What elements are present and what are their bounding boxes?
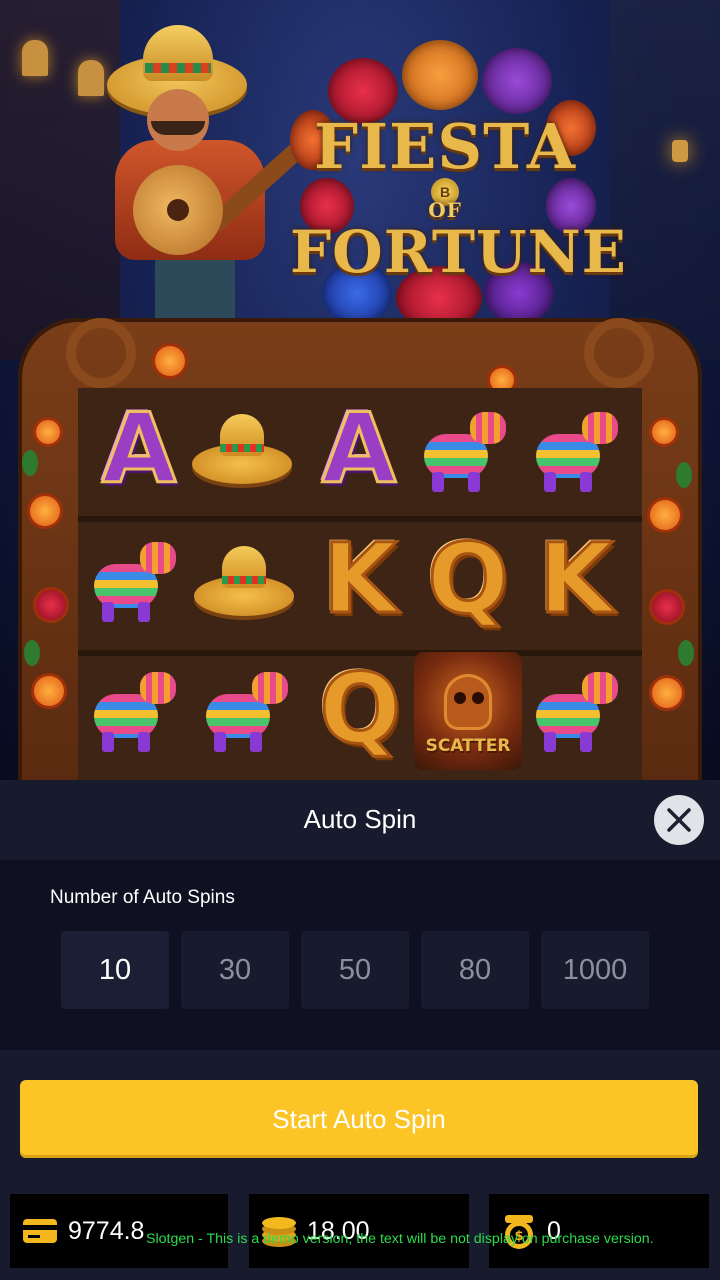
close-icon bbox=[667, 808, 691, 832]
auto-spin-title: Auto Spin bbox=[303, 804, 417, 834]
auto-spin-option-50[interactable]: 50 bbox=[301, 931, 409, 1009]
pinata-icon bbox=[84, 534, 184, 624]
lit-window bbox=[22, 40, 48, 76]
reel-symbol-a: A bbox=[100, 393, 177, 505]
auto-spin-option-80[interactable]: 80 bbox=[421, 931, 529, 1009]
scatter-icon: SCATTER bbox=[414, 652, 522, 770]
reel-symbol-pinata bbox=[80, 520, 188, 638]
demo-version-notice: Slotgen - This is a demo version, the te… bbox=[146, 1231, 654, 1247]
frame-flower bbox=[155, 346, 185, 376]
frame-flower bbox=[36, 420, 60, 444]
frame-flower bbox=[36, 590, 66, 620]
game-logo: FIESTA B OF FORTUNE bbox=[290, 40, 627, 330]
sombrero-icon bbox=[192, 414, 292, 484]
reel-symbol-k: K bbox=[537, 523, 614, 635]
auto-spins-count-label: Number of Auto Spins bbox=[50, 887, 235, 908]
background-house-right bbox=[610, 0, 720, 360]
frame-flower bbox=[34, 676, 64, 706]
reel-symbol-sombrero bbox=[188, 390, 296, 508]
sombrero-icon bbox=[194, 546, 294, 616]
auto-spin-option-30[interactable]: 30 bbox=[181, 931, 289, 1009]
reel-symbol-k: K bbox=[321, 523, 398, 635]
game-scene: FIESTA B OF FORTUNE A A K Q K Q SCATTER bbox=[0, 0, 720, 780]
reel-symbol-pinata bbox=[410, 390, 518, 508]
reel-symbol-a: A bbox=[320, 393, 397, 505]
reel-symbol-scatter: SCATTER bbox=[414, 652, 522, 770]
reel-symbol-pinata bbox=[80, 650, 188, 768]
auto-spin-header: Auto Spin bbox=[0, 780, 720, 860]
close-button[interactable] bbox=[654, 795, 704, 845]
scatter-label: SCATTER bbox=[425, 736, 511, 756]
frame-flower bbox=[652, 592, 682, 622]
reel-symbol-q: Q bbox=[318, 653, 403, 765]
mariachi-character bbox=[95, 15, 315, 355]
pinata-icon bbox=[196, 664, 296, 754]
balance-value: 9774.8 bbox=[68, 1216, 145, 1245]
street-lamp bbox=[672, 140, 688, 162]
frame-scroll-right bbox=[584, 318, 654, 388]
reel-symbol-q: Q bbox=[426, 523, 511, 635]
logo-line-fiesta: FIESTA bbox=[314, 110, 576, 183]
reel-symbol-sombrero bbox=[190, 522, 298, 640]
start-auto-spin-button[interactable]: Start Auto Spin bbox=[20, 1080, 698, 1158]
pinata-icon bbox=[414, 404, 514, 494]
pinata-icon bbox=[526, 664, 626, 754]
reel-symbol-pinata bbox=[522, 650, 630, 768]
frame-scroll-left bbox=[66, 318, 136, 388]
pinata-icon bbox=[526, 404, 626, 494]
logo-line-fortune: FORTUNE bbox=[290, 218, 627, 286]
auto-spin-option-1000[interactable]: 1000 bbox=[541, 931, 649, 1009]
frame-flower bbox=[650, 500, 680, 530]
frame-flower bbox=[30, 496, 60, 526]
pinata-icon bbox=[84, 664, 184, 754]
reel-symbol-pinata bbox=[522, 390, 630, 508]
frame-flower bbox=[652, 420, 676, 444]
wallet-icon bbox=[20, 1211, 60, 1251]
reel-symbol-pinata bbox=[192, 650, 300, 768]
frame-flower bbox=[652, 678, 682, 708]
auto-spin-option-10[interactable]: 10 bbox=[61, 931, 169, 1009]
